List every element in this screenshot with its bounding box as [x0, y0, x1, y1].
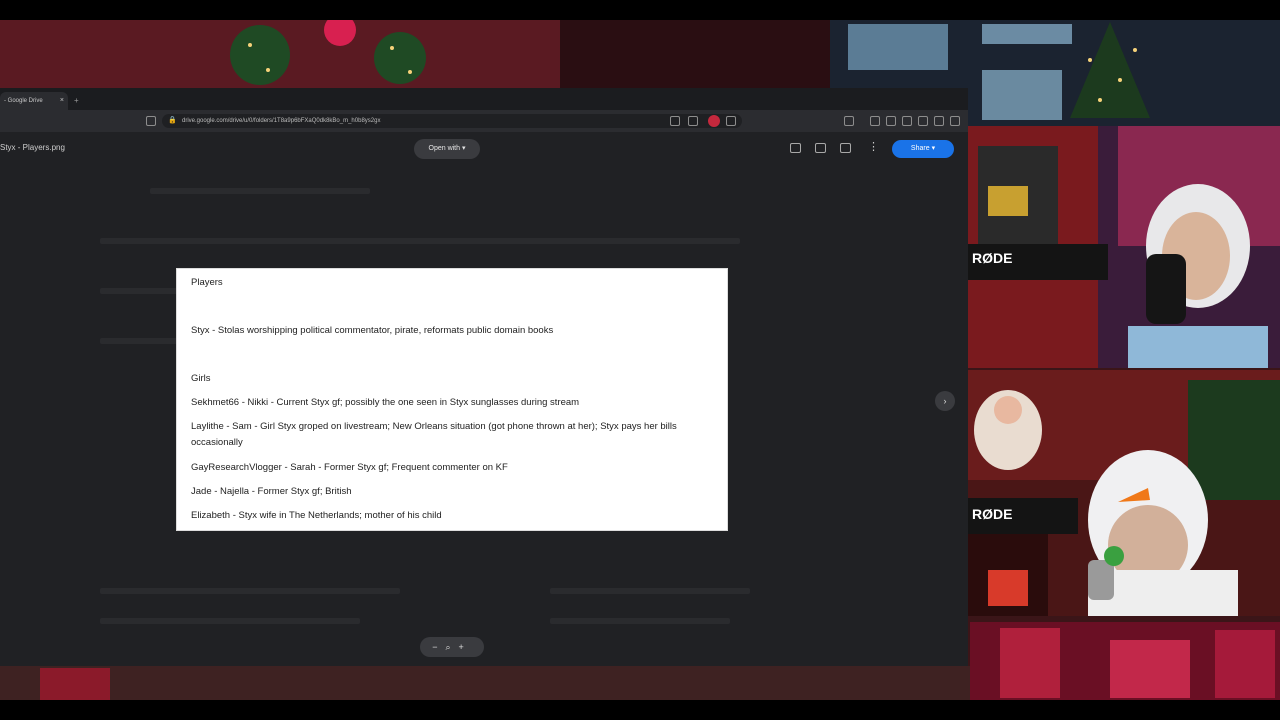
letterbox-bottom [0, 700, 1280, 720]
image-preview: Players Styx - Stolas worshipping politi… [176, 268, 728, 531]
zoom-in-icon[interactable]: + [459, 642, 472, 652]
url-text: drive.google.com/drive/u/0/folders/1T8a9… [182, 118, 381, 124]
tab-google-drive[interactable]: - Google Drive × [0, 92, 68, 110]
zoom-controls[interactable]: −⌕+ [420, 637, 484, 657]
folder-icon[interactable] [790, 143, 801, 153]
comment-icon[interactable] [815, 143, 826, 153]
webcam-bottom-scene [968, 370, 1280, 616]
doc-girls-heading: Girls [191, 373, 211, 384]
downloads-icon[interactable] [902, 116, 912, 126]
extensions-icon[interactable] [886, 116, 896, 126]
lock-icon: 🔒 [168, 117, 177, 124]
open-with-button[interactable]: Open with ▾ [414, 139, 480, 159]
doc-entry: Jade - Najella - Former Styx gf; British [191, 486, 352, 497]
mic-brand-label: RØDE [972, 506, 1013, 522]
install-icon[interactable] [670, 116, 680, 126]
doc-entry: Sekhmet66 - Nikki - Current Styx gf; pos… [191, 397, 580, 408]
tab-title: - Google Drive [4, 98, 43, 104]
music-icon[interactable] [870, 116, 880, 126]
sidebar-icon[interactable] [844, 116, 854, 126]
address-row: 🔒 drive.google.com/drive/u/0/folders/1T8… [0, 110, 968, 132]
menu-icon[interactable] [950, 116, 960, 126]
open-with-label: Open with [428, 145, 461, 152]
reader-icon[interactable] [146, 116, 156, 126]
tab-strip: - Google Drive × + [0, 88, 968, 110]
zoom-reset-icon[interactable]: ⌕ [445, 642, 458, 652]
chevron-down-icon: ▾ [461, 145, 466, 152]
address-bar[interactable]: 🔒 drive.google.com/drive/u/0/folders/1T8… [162, 114, 742, 128]
file-name: Styx - Players.png [0, 143, 65, 152]
mic-brand-label: RØDE [972, 250, 1013, 266]
viewer-toolbar: Styx - Players.png Open with ▾ ⋮ Share ▾ [0, 132, 968, 166]
more-icon[interactable]: ⋮ [868, 140, 879, 153]
next-arrow-icon[interactable]: › [935, 391, 955, 411]
webcam-bottom: RØDE [968, 370, 1280, 616]
settings-icon[interactable] [918, 116, 928, 126]
share-label: Share [910, 145, 930, 152]
doc-styx-line: Styx - Stolas worshipping political comm… [191, 325, 554, 336]
extension-icon[interactable] [708, 115, 720, 127]
zoom-out-icon[interactable]: − [432, 642, 445, 652]
new-tab-icon[interactable]: + [74, 92, 79, 110]
bookmark-icon[interactable] [726, 116, 736, 126]
doc-heading: Players [191, 277, 223, 288]
webcam-top-scene [968, 126, 1280, 368]
webcam-top: RØDE [968, 126, 1280, 368]
letterbox-top [0, 0, 1280, 20]
share-page-icon[interactable] [688, 116, 698, 126]
chevron-down-icon: ▾ [931, 145, 936, 152]
doc-entry: Laylithe - Sam - Girl Styx groped on liv… [191, 421, 677, 448]
close-icon[interactable]: × [60, 92, 64, 110]
profile-icon[interactable] [934, 116, 944, 126]
share-button[interactable]: Share ▾ [892, 140, 954, 158]
print-icon[interactable] [840, 143, 851, 153]
doc-entry: GayResearchVlogger - Sarah - Former Styx… [191, 462, 508, 473]
doc-entry: Elizabeth - Styx wife in The Netherlands… [191, 510, 442, 521]
